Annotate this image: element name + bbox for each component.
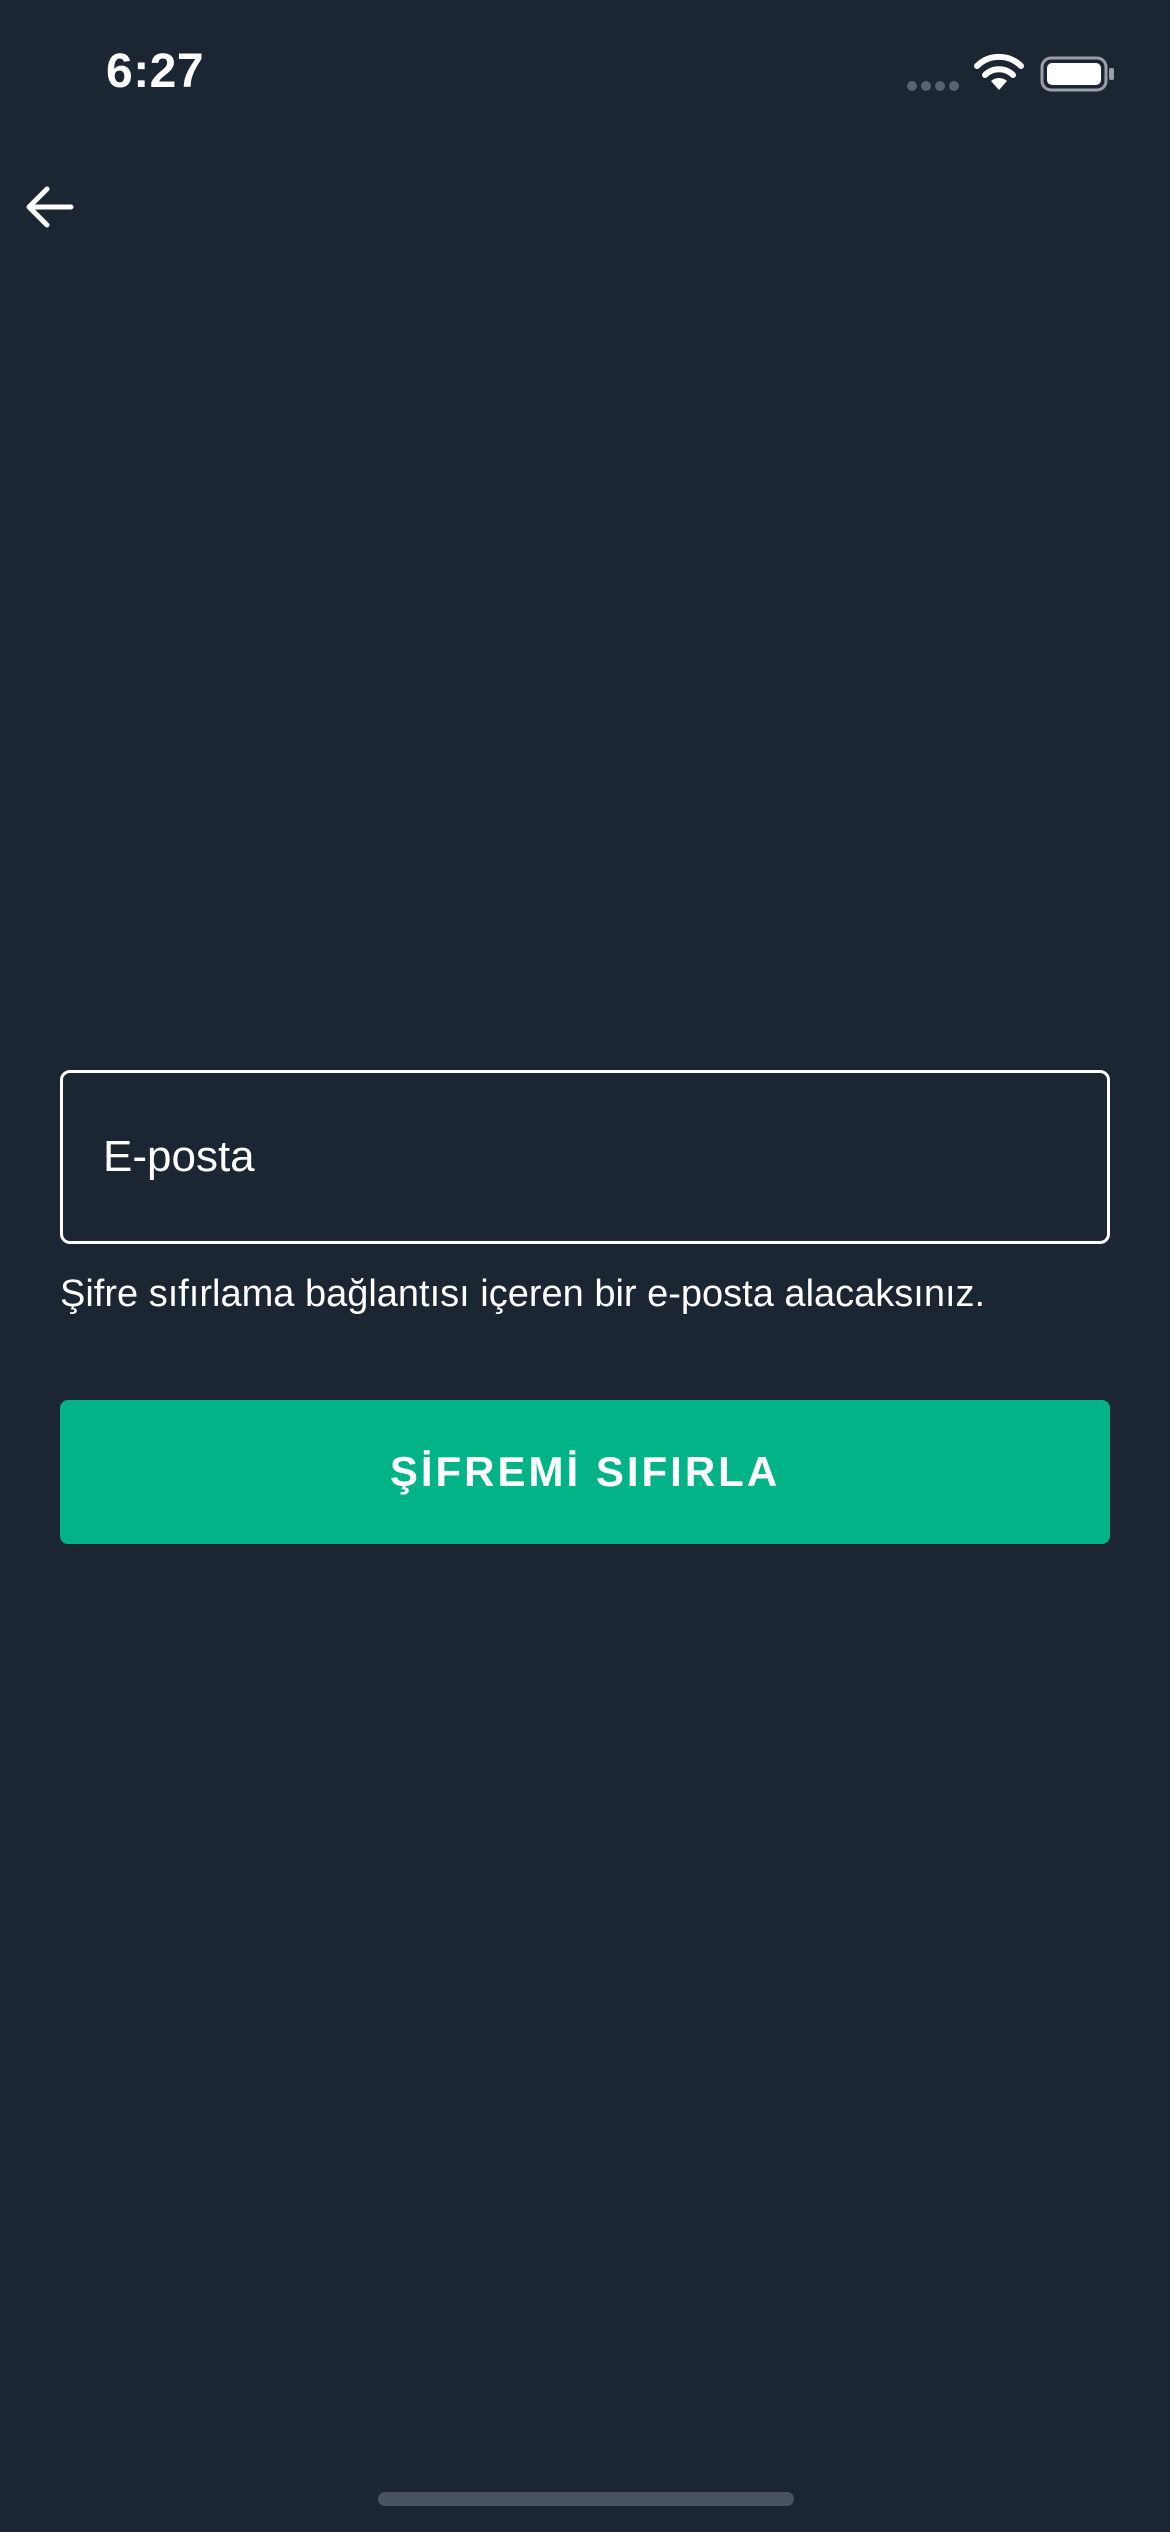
email-field[interactable] — [60, 1070, 1110, 1244]
cellular-signal-icon — [907, 81, 959, 91]
arrow-left-icon — [26, 186, 74, 228]
wifi-icon — [974, 53, 1024, 90]
battery-icon — [1040, 56, 1114, 92]
status-bar: 6:27 — [0, 0, 1170, 150]
reset-password-button-label: ŞİFREMİ SIFIRLA — [389, 1448, 781, 1495]
status-time: 6:27 — [106, 45, 205, 98]
home-indicator — [378, 2492, 794, 2506]
email-input[interactable] — [103, 1073, 1063, 1241]
helper-text: Şifre sıfırlama bağlantısı içeren bir e-… — [60, 1273, 986, 1315]
reset-password-button[interactable]: ŞİFREMİ SIFIRLA — [60, 1400, 1110, 1544]
back-button[interactable] — [14, 172, 84, 242]
